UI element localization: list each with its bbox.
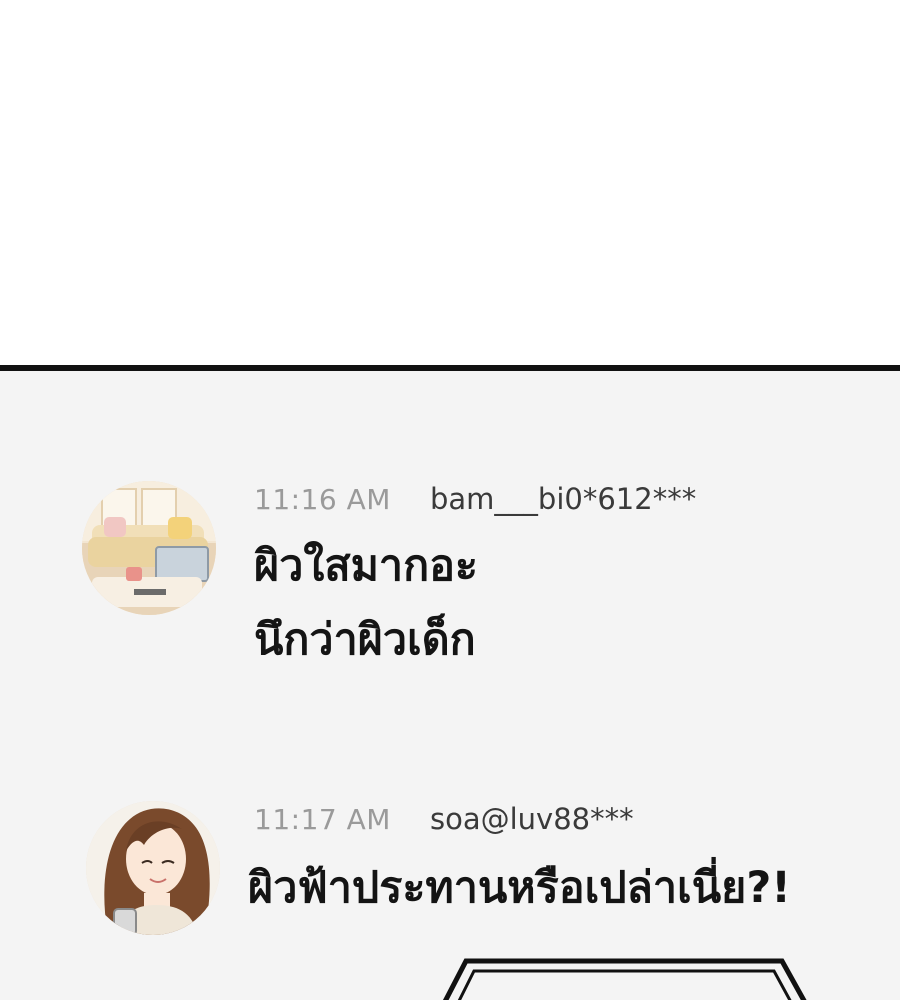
comment-line: ผิวฟ้าประทานหรือเปล่าเนี่ย?! <box>248 863 791 913</box>
avatar[interactable] <box>82 481 216 615</box>
comment-meta: 11:17 AM soa@luv88*** <box>254 801 634 837</box>
woman-portrait-avatar-icon <box>86 801 220 935</box>
comment-meta: 11:16 AM bam___bi0*612*** <box>254 481 696 517</box>
comment-username[interactable]: soa@luv88*** <box>430 802 634 836</box>
avatar[interactable] <box>86 801 220 935</box>
comment-username[interactable]: bam___bi0*612*** <box>430 482 696 516</box>
comment-line: ผิวใสมากอะ <box>254 541 479 591</box>
comment-feed[interactable]: 11:16 AM bam___bi0*612*** ผิวใสมากอะ นึก… <box>0 371 900 1000</box>
comment-line: นึกว่าผิวเด็ก <box>254 615 476 665</box>
comment-timestamp: 11:17 AM <box>254 802 391 836</box>
comment-timestamp: 11:16 AM <box>254 482 391 516</box>
living-room-avatar-icon <box>82 481 216 615</box>
comment-text: ผิวใสมากอะ นึกว่าผิวเด็ก <box>254 529 478 677</box>
top-blank-panel <box>0 0 900 365</box>
speech-bubble-outline <box>442 958 807 1000</box>
comment-text: ผิวฟ้าประทานหรือเปล่าเนี่ย?! <box>248 851 791 925</box>
